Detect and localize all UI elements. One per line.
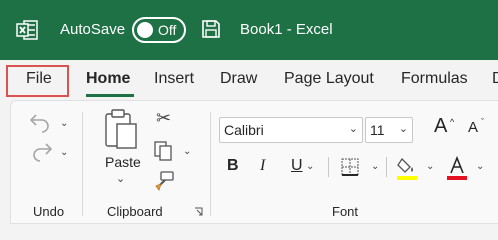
italic-button[interactable]: I [260, 157, 265, 175]
font-group-label: Font [332, 204, 359, 219]
group-divider [82, 112, 83, 216]
paste-dropdown-chevron-icon[interactable]: ⌄ [116, 172, 125, 185]
font-name-select[interactable]: Calibri ⌄ [219, 117, 363, 143]
fill-color-dropdown-chevron-icon[interactable]: ⌄ [426, 161, 434, 172]
decrease-caret-icon: ˇ [481, 117, 484, 127]
clipboard-dialog-launcher-icon[interactable] [194, 207, 204, 217]
copy-icon[interactable] [153, 140, 175, 162]
redo-icon[interactable] [28, 140, 54, 162]
document-title: Book1 - Excel [240, 21, 333, 38]
paste-icon[interactable] [104, 108, 138, 150]
decrease-font-size-icon[interactable]: A [468, 119, 478, 136]
font-size-select[interactable]: 11 ⌄ [365, 117, 413, 143]
fill-color-icon[interactable] [396, 155, 418, 181]
tab-file[interactable]: File [26, 70, 52, 88]
tab-draw[interactable]: Draw [220, 70, 257, 88]
font-color-dropdown-chevron-icon[interactable]: ⌄ [476, 161, 484, 172]
font-size-chevron-icon: ⌄ [398, 123, 408, 135]
borders-icon[interactable] [340, 157, 360, 177]
tab-formulas[interactable]: Formulas [401, 70, 468, 88]
autosave-state: Off [158, 22, 177, 38]
save-icon[interactable] [200, 18, 222, 40]
underline-dropdown-chevron-icon[interactable]: ⌄ [306, 161, 314, 172]
redo-dropdown-chevron-icon[interactable]: ⌄ [60, 147, 68, 158]
paste-button-label[interactable]: Paste [105, 154, 141, 170]
increase-font-size-icon[interactable]: A [434, 115, 447, 138]
undo-group-label: Undo [33, 204, 65, 219]
autosave-label: AutoSave [60, 21, 126, 38]
title-bar: AutoSave Off Book1 - Excel [0, 0, 498, 60]
undo-icon[interactable] [28, 111, 54, 133]
tab-home[interactable]: Home [86, 70, 130, 88]
tab-page-layout[interactable]: Page Layout [284, 70, 374, 88]
font-name-value: Calibri [224, 122, 264, 138]
copy-dropdown-chevron-icon[interactable]: ⌄ [183, 146, 191, 157]
excel-logo-icon [16, 20, 38, 40]
toolbar-separator [328, 157, 329, 177]
toolbar-separator [386, 157, 387, 177]
font-name-chevron-icon: ⌄ [348, 123, 358, 135]
font-color-icon[interactable] [446, 155, 468, 181]
bold-button[interactable]: B [227, 157, 239, 175]
clipboard-group-label: Clipboard [107, 204, 163, 219]
group-divider [210, 112, 211, 216]
borders-dropdown-chevron-icon[interactable]: ⌄ [371, 161, 379, 172]
tab-data-partial[interactable]: D [492, 70, 498, 88]
cut-icon[interactable]: ✂ [156, 108, 171, 129]
underline-button[interactable]: U [291, 157, 303, 175]
increase-caret-icon: ^ [450, 117, 455, 127]
active-tab-indicator [86, 94, 134, 97]
undo-dropdown-chevron-icon[interactable]: ⌄ [60, 118, 68, 129]
font-size-value: 11 [370, 122, 385, 138]
format-painter-icon[interactable] [153, 170, 175, 192]
tab-insert[interactable]: Insert [154, 70, 194, 88]
autosave-toggle[interactable]: Off [132, 17, 186, 43]
toggle-knob [137, 22, 153, 38]
